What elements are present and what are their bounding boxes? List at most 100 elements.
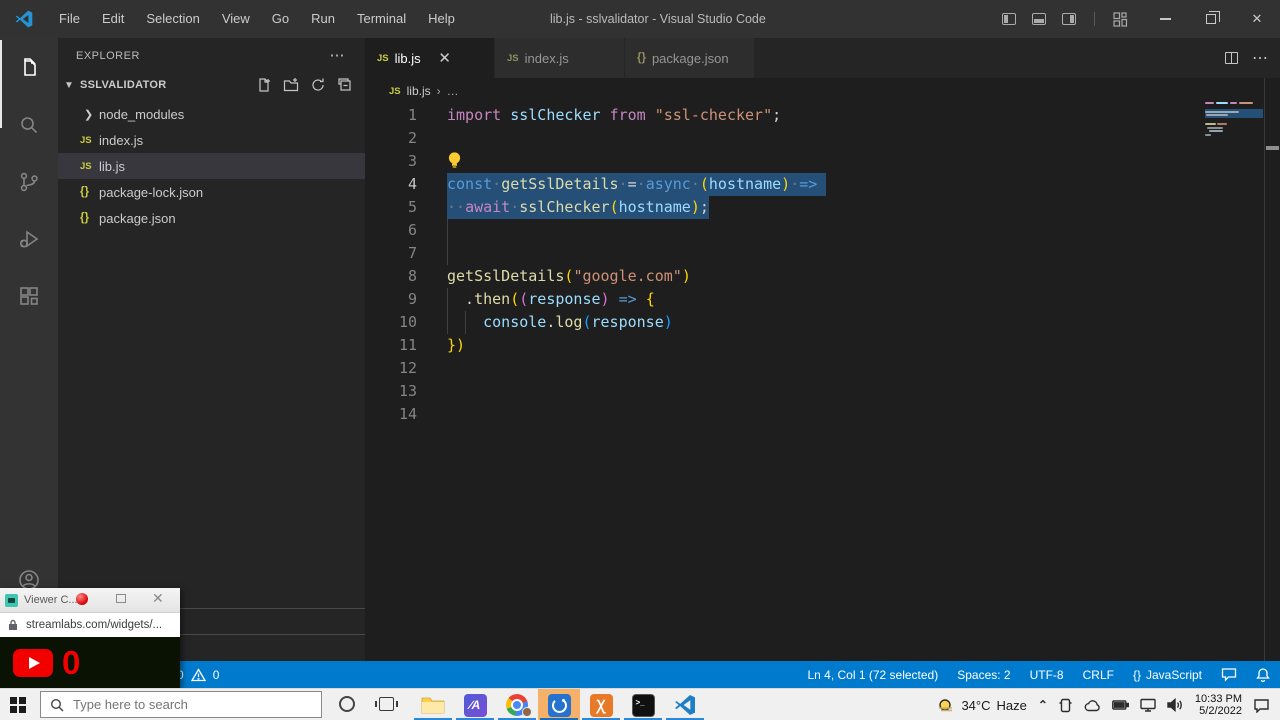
new-file-icon[interactable]: [256, 77, 272, 93]
close-tab-icon[interactable]: ✕: [437, 49, 453, 67]
menu-help[interactable]: Help: [417, 0, 466, 38]
tree-item-lib-js[interactable]: JS lib.js: [58, 153, 365, 179]
weather-widget[interactable]: 34°C Haze: [937, 698, 1026, 713]
code-line[interactable]: 7: [365, 242, 1264, 265]
tab-package-json[interactable]: {} package.json: [625, 38, 755, 78]
tab-index-js[interactable]: JS index.js: [495, 38, 625, 78]
taskbar-vscode[interactable]: [664, 689, 706, 720]
tab-lib-js[interactable]: JS lib.js ✕: [365, 38, 495, 78]
overlay-close-button[interactable]: ✕: [152, 590, 164, 607]
line-number[interactable]: 7: [365, 242, 417, 265]
line-number[interactable]: 14: [365, 403, 417, 426]
code-line[interactable]: 12: [365, 357, 1264, 380]
line-number[interactable]: 3: [365, 150, 417, 173]
menu-terminal[interactable]: Terminal: [346, 0, 417, 38]
activity-explorer[interactable]: [0, 48, 58, 88]
line-number[interactable]: 13: [365, 380, 417, 403]
menu-view[interactable]: View: [211, 0, 261, 38]
code-line[interactable]: 4const·getSslDetails·=·async·(hostname)·…: [365, 173, 1264, 196]
tree-item-node-modules[interactable]: ❯ node_modules: [58, 101, 365, 127]
toggle-secondary-sidebar-icon[interactable]: [1062, 13, 1076, 25]
line-number[interactable]: 12: [365, 357, 417, 380]
code-line[interactable]: 9 .then((response) => {: [365, 288, 1264, 311]
tree-item-package-lock-json[interactable]: {} package-lock.json: [58, 179, 365, 205]
refresh-icon[interactable]: [310, 77, 326, 93]
collapse-all-icon[interactable]: [337, 77, 353, 93]
line-number[interactable]: 1: [365, 104, 417, 127]
menu-selection[interactable]: Selection: [135, 0, 210, 38]
cursor-position[interactable]: Ln 4, Col 1 (72 selected): [807, 668, 938, 682]
workspace-section[interactable]: ▼ SSLVALIDATOR: [58, 73, 365, 97]
code-line[interactable]: 6: [365, 219, 1264, 242]
breadcrumb-more[interactable]: …: [447, 84, 459, 98]
breadcrumb[interactable]: JS lib.js › …: [365, 78, 1280, 104]
cortana-button[interactable]: [339, 696, 355, 712]
restore-button[interactable]: [1188, 0, 1234, 38]
line-number[interactable]: 11: [365, 334, 417, 357]
notifications-bell-icon[interactable]: [1256, 667, 1270, 682]
line-number[interactable]: 4: [365, 173, 417, 196]
explorer-more-icon[interactable]: ⋯: [330, 38, 346, 73]
menu-run[interactable]: Run: [300, 0, 346, 38]
toggle-sidebar-icon[interactable]: [1002, 13, 1016, 25]
battery-icon[interactable]: [1112, 699, 1129, 711]
overlay-address-bar[interactable]: streamlabs.com/widgets/...: [0, 612, 180, 637]
minimize-button[interactable]: [1142, 0, 1188, 38]
code-line[interactable]: 10 console.log(response): [365, 311, 1264, 334]
overlay-maximize-button[interactable]: [116, 594, 126, 603]
activity-run-debug[interactable]: [0, 219, 58, 259]
breadcrumb-file[interactable]: lib.js: [407, 84, 431, 98]
overlay-title-bar[interactable]: Viewer C... ✕: [0, 588, 180, 612]
menu-go[interactable]: Go: [261, 0, 300, 38]
taskbar-xampp[interactable]: Ꭓ: [580, 689, 622, 720]
editor-more-icon[interactable]: ⋯: [1252, 48, 1268, 68]
toggle-panel-icon[interactable]: [1032, 13, 1046, 25]
feedback-icon[interactable]: [1221, 667, 1237, 682]
network-icon[interactable]: [1140, 698, 1156, 712]
search-input[interactable]: [73, 697, 293, 712]
taskbar-streamlabs[interactable]: [538, 689, 580, 720]
menu-file[interactable]: File: [48, 0, 91, 38]
code-line[interactable]: 1import sslChecker from "ssl-checker";: [365, 104, 1264, 127]
code-line[interactable]: 2: [365, 127, 1264, 150]
taskbar-clock[interactable]: 10:33 PM 5/2/2022: [1195, 693, 1242, 718]
start-button[interactable]: [10, 697, 26, 713]
code-line[interactable]: 13: [365, 380, 1264, 403]
taskbar-chrome[interactable]: [496, 689, 538, 720]
action-center-icon[interactable]: [1253, 698, 1270, 713]
show-hidden-icons-chevron[interactable]: ⌃: [1038, 698, 1048, 712]
line-number[interactable]: 2: [365, 127, 417, 150]
onedrive-cloud-icon[interactable]: [1083, 699, 1101, 712]
line-number[interactable]: 9: [365, 288, 417, 311]
customize-layout-icon[interactable]: [1113, 12, 1128, 27]
encoding[interactable]: UTF-8: [1030, 668, 1064, 682]
indentation[interactable]: Spaces: 2: [957, 668, 1010, 682]
tree-item-package-json[interactable]: {} package.json: [58, 205, 365, 231]
line-number[interactable]: 5: [365, 196, 417, 219]
code-line[interactable]: 8getSslDetails("google.com"): [365, 265, 1264, 288]
split-editor-icon[interactable]: [1225, 52, 1238, 64]
activity-extensions[interactable]: [0, 276, 58, 316]
taskbar-file-explorer[interactable]: [412, 689, 454, 720]
code-line[interactable]: 3: [365, 150, 1264, 173]
line-number[interactable]: 10: [365, 311, 417, 334]
tree-item-index-js[interactable]: JS index.js: [58, 127, 365, 153]
taskbar-command-prompt[interactable]: >_: [622, 689, 664, 720]
close-button[interactable]: ✕: [1234, 0, 1280, 38]
new-folder-icon[interactable]: [283, 77, 299, 93]
taskbar-search[interactable]: [40, 691, 322, 718]
menu-edit[interactable]: Edit: [91, 0, 135, 38]
your-phone-icon[interactable]: [1059, 698, 1072, 713]
language-mode[interactable]: {} JavaScript: [1133, 668, 1202, 682]
lightbulb-icon[interactable]: [446, 151, 463, 169]
minimap[interactable]: [1205, 100, 1263, 180]
taskbar-mail-app[interactable]: ∕A: [454, 689, 496, 720]
task-view-button[interactable]: [379, 697, 394, 711]
eol-sequence[interactable]: CRLF: [1083, 668, 1114, 682]
activity-source-control[interactable]: [0, 162, 58, 202]
volume-icon[interactable]: [1167, 698, 1184, 712]
code-line[interactable]: 11}): [365, 334, 1264, 357]
code-line[interactable]: 5··await·sslChecker(hostname);: [365, 196, 1264, 219]
activity-search[interactable]: [0, 105, 58, 145]
line-number[interactable]: 8: [365, 265, 417, 288]
